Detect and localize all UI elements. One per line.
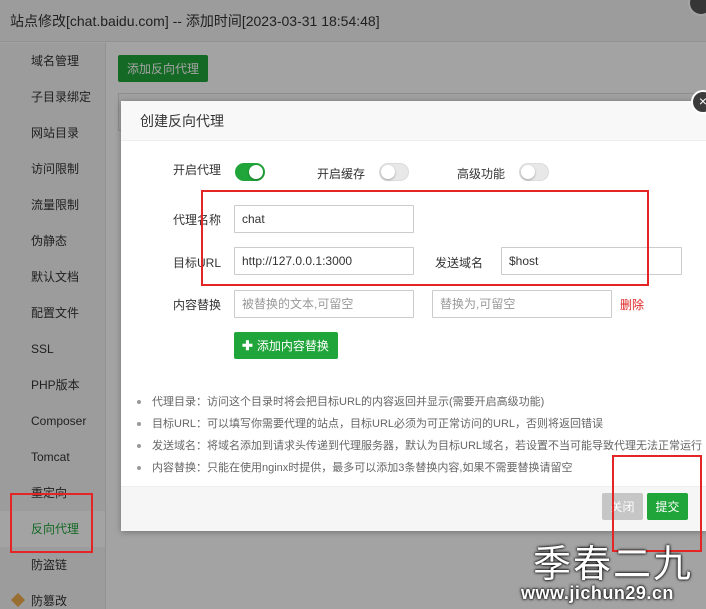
proxy-name-input[interactable] bbox=[234, 205, 414, 233]
enable-proxy-label: 开启代理 bbox=[173, 163, 222, 177]
tip-item: 内容替换：只能在使用nginx时提供，最多可以添加3条替换内容,如果不需要替换请… bbox=[135, 457, 695, 479]
advanced-toggle[interactable] bbox=[519, 163, 549, 181]
target-url-label: 目标URL bbox=[173, 256, 222, 270]
add-content-replace-label: 添加内容替换 bbox=[256, 339, 329, 353]
watermark-url: www.jichun29.cn bbox=[521, 583, 674, 603]
dialog-title: 创建反向代理 bbox=[121, 101, 706, 141]
proxy-name-label: 代理名称 bbox=[173, 213, 222, 227]
watermark-text: 季春二九 bbox=[533, 542, 694, 586]
toggle-knob bbox=[381, 165, 395, 179]
tip-item: 发送域名：将域名添加到请求头传递到代理服务器，默认为目标URL域名，若设置不当可… bbox=[135, 435, 702, 457]
toggle-knob bbox=[249, 165, 263, 179]
send-domain-input[interactable] bbox=[501, 247, 682, 275]
submit-button[interactable]: 提交 bbox=[647, 493, 688, 520]
advanced-label: 高级功能 bbox=[457, 167, 506, 181]
enable-proxy-toggle[interactable] bbox=[235, 163, 265, 181]
create-proxy-dialog: 创建反向代理 × 开启代理 开启缓存 高级功能 代理名称 目标URL 发送域名 … bbox=[121, 90, 706, 531]
target-url-input[interactable] bbox=[234, 247, 414, 275]
toggle-knob bbox=[521, 165, 535, 179]
replace-from-input[interactable] bbox=[234, 290, 414, 318]
delete-replace-link[interactable]: 删除 bbox=[620, 296, 644, 313]
tip-item: 代理目录：访问这个目录时将会把目标URL的内容返回并显示(需要开启高级功能) bbox=[135, 391, 695, 413]
replace-to-input[interactable] bbox=[432, 290, 612, 318]
plus-icon: ✚ bbox=[242, 338, 253, 353]
help-tips: 代理目录：访问这个目录时将会把目标URL的内容返回并显示(需要开启高级功能) 目… bbox=[135, 391, 702, 479]
close-button[interactable]: 关闭 bbox=[602, 493, 643, 520]
enable-cache-toggle[interactable] bbox=[379, 163, 409, 181]
content-replace-label: 内容替换 bbox=[173, 298, 222, 312]
add-content-replace-button[interactable]: ✚ 添加内容替换 bbox=[234, 332, 338, 359]
send-domain-label: 发送域名 bbox=[435, 256, 484, 270]
enable-cache-label: 开启缓存 bbox=[317, 167, 366, 181]
tip-item: 目标URL：可以填写你需要代理的站点，目标URL必须为可正常访问的URL，否则将… bbox=[135, 413, 695, 435]
